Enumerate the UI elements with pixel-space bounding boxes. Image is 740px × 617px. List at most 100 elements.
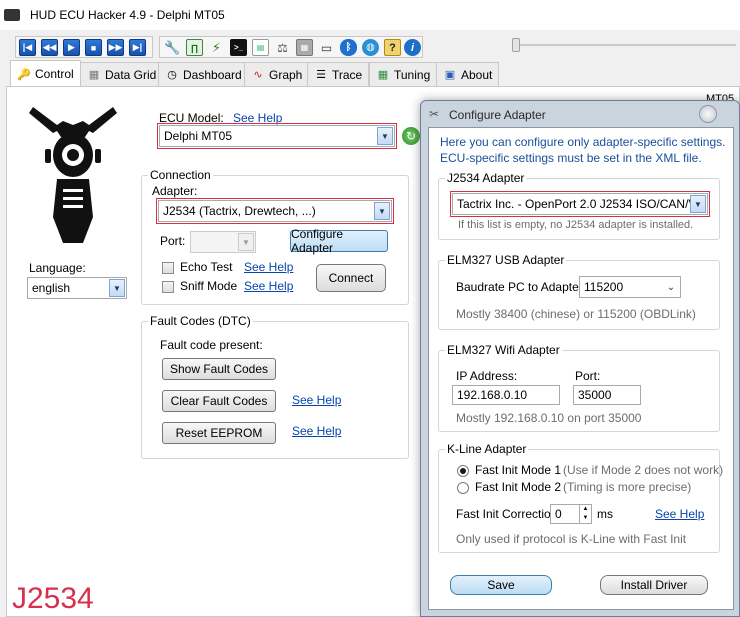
list-icon: ☰ [316, 69, 326, 81]
ecu-see-help-link[interactable]: See Help [233, 111, 282, 125]
tab-dashboard[interactable]: ◷ Dashboard [158, 62, 249, 86]
sniff-mode-checkbox[interactable] [162, 281, 174, 293]
signal-icon[interactable]: ∏ [186, 39, 203, 56]
fast-init-mode-1-note: (Use if Mode 2 does not work) [563, 463, 724, 477]
dialog-title-bar: ✂ Configure Adapter [421, 101, 739, 127]
playback-toolbar-group: |◀ ◀◀ ▶ ■ ▶▶ ▶| [15, 36, 153, 58]
chevron-down-icon: ▼ [238, 233, 254, 251]
tab-trace[interactable]: ☰ Trace [307, 62, 370, 86]
document-icon[interactable]: ▤ [252, 39, 269, 56]
play-icon[interactable]: ▶ [63, 39, 80, 56]
ecu-model-select[interactable]: Delphi MT05 ▼ [157, 123, 397, 149]
sniff-mode-label: Sniff Mode [180, 279, 238, 293]
tab-label: Dashboard [183, 67, 242, 82]
refresh-icon[interactable]: ↻ [402, 127, 420, 145]
save-button[interactable]: Save [450, 575, 552, 595]
adapter-select[interactable]: J2534 (Tactrix, Drewtech, ...) ▼ [156, 198, 394, 224]
tab-label: Tuning [394, 67, 431, 82]
bluetooth-icon[interactable]: ᛒ [340, 39, 357, 56]
stop-icon[interactable]: ■ [85, 39, 102, 56]
wifi-note: Mostly 192.168.0.10 on port 35000 [456, 411, 642, 425]
close-icon[interactable] [699, 105, 717, 123]
chevron-down-icon: ▼ [374, 202, 390, 220]
key-icon: 🔑 [17, 68, 31, 81]
toolbar-slider-thumb[interactable] [512, 38, 520, 52]
dialog-title: Configure Adapter [449, 108, 546, 122]
echo-see-help-link[interactable]: See Help [244, 260, 293, 274]
tab-tuning[interactable]: ▦ Tuning [369, 62, 438, 86]
tab-label: Trace [332, 67, 363, 82]
ecu-model-label: ECU Model: [159, 111, 224, 125]
tab-data-grid[interactable]: ▦ Data Grid [80, 62, 164, 86]
ip-address-input[interactable]: 192.168.0.10 [452, 385, 560, 405]
disk-icon[interactable]: ▦ [296, 39, 313, 56]
ecu-model-value: Delphi MT05 [164, 129, 233, 143]
info-icon[interactable]: i [404, 39, 421, 56]
language-select[interactable]: english ▼ [27, 277, 127, 299]
j2534-title: J2534 Adapter [445, 171, 527, 185]
last-icon[interactable]: ▶| [129, 39, 146, 56]
language-value: english [32, 281, 71, 295]
fast-init-mode-1-radio[interactable] [457, 465, 469, 477]
wifi-port-input[interactable]: 35000 [573, 385, 641, 405]
tab-strip: 🔑 Control ▦ Data Grid ◷ Dashboard ∿ Graph ☰ T… [0, 60, 740, 87]
show-fault-codes-button[interactable]: Show Fault Codes [162, 358, 276, 380]
tab-graph[interactable]: ∿ Graph [244, 62, 310, 86]
configure-adapter-dialog: ✂ Configure Adapter Here you can configu… [420, 100, 740, 617]
kline-title: K-Line Adapter [445, 442, 529, 456]
fast-init-mode-1-label: Fast Init Mode 1 [475, 463, 562, 477]
clear-fault-codes-button[interactable]: Clear Fault Codes [162, 390, 276, 412]
fast-init-correction-stepper[interactable]: 0 ▲ ▼ [550, 504, 592, 524]
chevron-down-icon: ▼ [690, 195, 706, 213]
j2534-adapter-value: Tactrix Inc. - OpenPort 2.0 J2534 ISO/CA… [457, 197, 693, 211]
ms-unit-label: ms [597, 507, 613, 521]
connect-button[interactable]: Connect [316, 264, 386, 292]
j2534-adapter-select[interactable]: Tactrix Inc. - OpenPort 2.0 J2534 ISO/CA… [450, 191, 710, 217]
app-chip-icon [4, 9, 20, 21]
fast-forward-icon[interactable]: ▶▶ [107, 39, 124, 56]
fault-present-label: Fault code present: [160, 338, 263, 352]
configure-adapter-button[interactable]: Configure Adapter [290, 227, 388, 255]
echo-test-checkbox[interactable] [162, 262, 174, 274]
grid-icon: ▦ [88, 69, 100, 81]
port-select[interactable]: ▼ [190, 231, 256, 253]
baud-select[interactable]: 115200 ⌄ [579, 276, 681, 298]
spin-arrows-icon[interactable]: ▲ ▼ [579, 505, 591, 523]
kline-see-help-link[interactable]: See Help [655, 507, 704, 521]
toolbar-slider-track[interactable] [516, 44, 736, 46]
scale-icon[interactable]: ⚖ [274, 39, 291, 56]
wifi-port-label: Port: [575, 369, 601, 383]
first-icon[interactable]: |◀ [19, 39, 36, 56]
fast-init-correction-label: Fast Init Correction [456, 507, 558, 521]
screen-icon[interactable]: ▭ [318, 39, 335, 56]
fast-init-mode-2-radio[interactable] [457, 482, 469, 494]
tab-label: Control [35, 67, 74, 81]
window-title: HUD ECU Hacker 4.9 - Delphi MT05 [30, 8, 225, 22]
wand-icon[interactable]: ⚡ [208, 39, 225, 56]
tab-control[interactable]: 🔑 Control [10, 60, 81, 87]
sniff-see-help-link[interactable]: See Help [244, 279, 293, 293]
help-icon[interactable]: ? [384, 39, 401, 56]
install-driver-button[interactable]: Install Driver [600, 575, 708, 595]
reset-eeprom-button[interactable]: Reset EEPROM [162, 422, 276, 444]
adapter-value: J2534 (Tactrix, Drewtech, ...) [163, 204, 316, 218]
kline-group: K-Line Adapter Fast Init Mode 1 (Use if … [438, 442, 724, 553]
intro-line-1: Here you can configure only adapter-spec… [440, 135, 726, 149]
tools-toolbar-group: 🔧 ∏ ⚡ >_ ▤ ⚖ ▦ ▭ ᛒ ◍ ? i [159, 36, 423, 58]
adapter-label: Adapter: [152, 184, 198, 198]
overlay-caption: J2534 [12, 582, 94, 615]
globe-icon[interactable]: ◍ [362, 39, 379, 56]
reset-see-help-link[interactable]: See Help [292, 424, 341, 438]
tab-about[interactable]: ▣ About [436, 62, 500, 86]
motorcycle-icon [29, 107, 117, 243]
dialog-body: Here you can configure only adapter-spec… [428, 127, 734, 610]
gauge-icon: ◷ [167, 69, 177, 81]
echo-test-label: Echo Test [180, 260, 233, 274]
chevron-down-icon: ⌄ [663, 278, 679, 296]
rewind-icon[interactable]: ◀◀ [41, 39, 58, 56]
wrench-icon[interactable]: 🔧 [164, 39, 181, 56]
kline-note: Only used if protocol is K-Line with Fas… [456, 532, 687, 546]
fast-init-mode-2-note: (Timing is more precise) [563, 480, 692, 494]
console-icon[interactable]: >_ [230, 39, 247, 56]
clear-see-help-link[interactable]: See Help [292, 393, 341, 407]
